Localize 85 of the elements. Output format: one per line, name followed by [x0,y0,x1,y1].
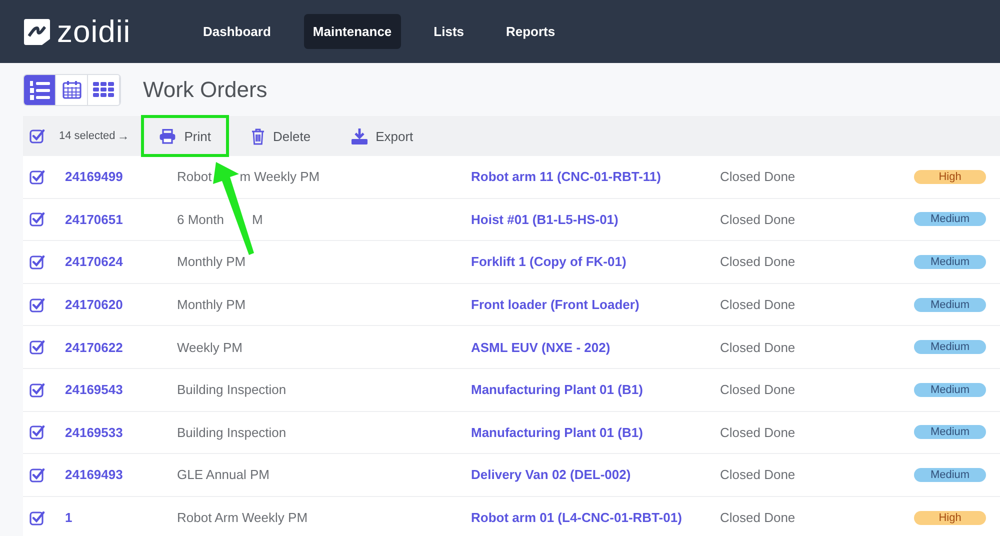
numbered-list-icon [28,79,50,101]
status-cell-text: Closed Done [720,510,796,526]
work-order-link[interactable]: 24169493 [65,467,177,482]
table-row[interactable]: 24169499 Robot m Weekly PM Robot arm 11 (CNC-01-RBT-11) Closed Done High [23,156,1000,199]
table-row[interactable]: 1 Robot Arm Weekly PM Robot arm 01 (L4-CNC-01-RBT-01) Closed Done High [23,496,1000,536]
table-row[interactable]: 24169543 Building Inspection Manufacturing Plant 01 (B1) Closed Done Medium [23,368,1000,412]
page-title: Work Orders [143,77,268,103]
description-text: Building Inspection [177,424,286,440]
checked-checkbox[interactable] [29,466,45,483]
description-text: 6 Month [177,212,224,227]
nav-tab[interactable]: Maintenance [304,14,401,49]
work-order-link[interactable]: 24170651 [65,212,177,227]
checked-checkbox[interactable] [29,510,45,526]
work-order-link[interactable]: 24169533 [65,424,177,440]
description-text: Monthly PM [177,254,246,270]
priority-badge: High [914,170,986,184]
action-button[interactable]: Export [332,115,432,157]
brand-name: zoidii [57,14,131,50]
description-text: m Weekly PM [240,169,320,184]
work-order-link[interactable]: 24169543 [65,382,177,398]
nav-tab[interactable]: Lists [424,14,473,49]
table-row[interactable]: 24170624 Monthly PM Forklift 1 (Copy of FK-01) Closed Done Medium [23,241,1000,284]
description-text: Monthly PM [177,297,246,312]
table-row[interactable]: 24170622 Weekly PM ASML EUV (NXE - 202) Closed Done Medium [23,326,1000,369]
description-text: Robot [177,169,212,184]
status-cell-text: Closed Done [720,340,796,355]
download-icon [350,128,368,144]
priority-badge: Medium [914,298,986,312]
work-order-link[interactable]: 24169499 [65,169,177,184]
status-cell-text: Closed Done [720,424,796,440]
status-cell-text: Closed Done [720,297,796,312]
checked-checkbox[interactable] [29,382,45,398]
asset-link[interactable]: Manufacturing Plant 01 (B1) [471,424,720,440]
trash-icon [251,128,265,144]
description-text: M [252,212,263,227]
action-button[interactable]: Print [141,115,229,157]
status-cell-text: Closed Done [720,169,796,184]
nav-tab[interactable]: Reports [497,14,564,49]
action-button[interactable]: Delete [233,115,329,157]
table-row[interactable]: 24170651 6 Month M Hoist #01 (B1-L5-HS-01) Closed Done Medium [23,198,1000,242]
asset-link[interactable]: Forklift 1 (Copy of FK-01) [471,254,720,270]
calendar-icon [62,80,82,100]
asset-link[interactable]: ASML EUV (NXE - 202) [471,340,720,355]
status-cell-text: Closed Done [720,254,796,270]
asset-link[interactable]: Manufacturing Plant 01 (B1) [471,382,720,398]
table-row[interactable]: 24170620 Monthly PM Front loader (Front Loader) Closed Done Medium [23,284,1000,326]
logo-icon [22,16,52,46]
asset-link[interactable]: Robot arm 11 (CNC-01-RBT-11) [471,169,720,184]
priority-badge: Medium [914,382,986,397]
table-row[interactable]: 24169493 GLE Annual PM Delivery Van 02 (DEL-002) Closed Done Medium [23,454,1000,497]
grid-icon [92,82,114,98]
asset-link[interactable]: Front loader (Front Loader) [471,297,720,312]
checked-checkbox[interactable] [29,339,45,356]
description-text: Weekly PM [177,340,242,355]
arrow-glyph: → [117,129,130,143]
asset-link[interactable]: Robot arm 01 (L4-CNC-01-RBT-01) [471,510,720,526]
priority-badge: Medium [914,254,986,269]
nav-tab[interactable]: Dashboard [194,14,280,49]
printer-icon [159,128,176,144]
work-order-link[interactable]: 24170622 [65,340,177,355]
description-text: Robot Arm Weekly PM [177,510,308,526]
status-cell-text: Closed Done [720,467,796,482]
status-cell-text: Closed Done [720,212,796,227]
status-cell-text: Closed Done [720,382,796,398]
table-row[interactable]: 24169533 Building Inspection Manufacturing Plant 01 (B1) Closed Done Medium [23,412,1000,454]
checked-checkbox[interactable] [29,254,45,270]
work-order-link[interactable]: 24170624 [65,254,177,270]
description-text: GLE Annual PM [177,467,270,482]
checked-checkbox[interactable] [29,211,45,228]
priority-badge: Medium [914,425,986,440]
description-text: Building Inspection [177,382,286,398]
view-toggle[interactable] [24,75,56,105]
priority-badge: Medium [914,468,986,482]
checked-checkbox[interactable] [29,128,45,144]
priority-badge: High [914,510,986,525]
checked-checkbox[interactable] [29,168,45,185]
work-order-link[interactable]: 1 [65,510,177,526]
checked-checkbox[interactable] [29,296,45,313]
priority-badge: Medium [914,212,986,226]
selected-count: 14 selected [59,130,116,142]
priority-badge: Medium [914,340,986,354]
work-order-link[interactable]: 24170620 [65,297,177,312]
checked-checkbox[interactable] [29,424,45,440]
asset-link[interactable]: Hoist #01 (B1-L5-HS-01) [471,212,720,227]
asset-link[interactable]: Delivery Van 02 (DEL-002) [471,467,720,482]
